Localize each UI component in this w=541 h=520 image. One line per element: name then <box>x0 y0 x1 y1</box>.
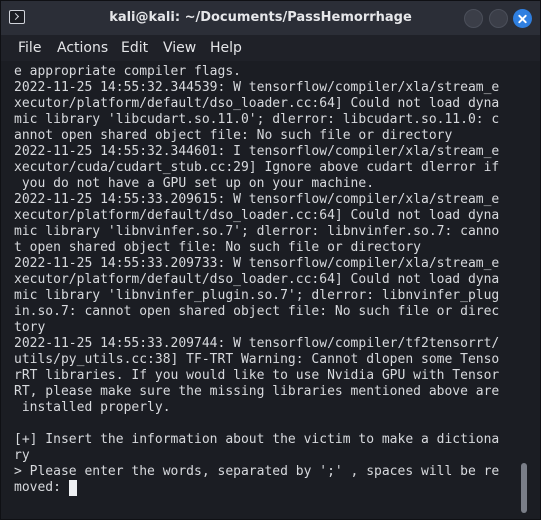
scrollbar-thumb[interactable] <box>521 463 527 513</box>
terminal-line: 2022-11-25 14:55:32.344601: I tensorflow… <box>14 144 500 159</box>
terminal-line: xecutor/cuda/cudart_stub.cc:29] Ignore a… <box>14 160 500 175</box>
terminal-line: [+] Insert the information about the vic… <box>14 432 500 447</box>
terminal-line: utils/py_utils.cc:38] TF-TRT Warning: Ca… <box>14 352 500 367</box>
terminal-line: mic library 'libnvinfer_plugin.so.7'; dl… <box>14 288 500 303</box>
menu-file[interactable]: File <box>18 38 41 58</box>
terminal-line: t open shared object file: No such file … <box>14 240 421 255</box>
terminal-icon[interactable] <box>9 10 25 24</box>
terminal-line: mic library 'libcudart.so.11.0'; dlerror… <box>14 112 500 127</box>
terminal-line: tory <box>14 320 46 335</box>
terminal-window: kali@kali: ~/Documents/PassHemorrhage Fi… <box>0 0 541 520</box>
terminal-line: ry <box>14 448 30 463</box>
terminal-line: annot open shared object file: No such f… <box>14 128 453 143</box>
terminal-line: > Please enter the words, separated by '… <box>14 464 500 479</box>
menu-help[interactable]: Help <box>210 38 242 58</box>
close-button[interactable] <box>513 9 532 28</box>
minimize-button[interactable] <box>464 9 483 28</box>
menu-bar: File Actions Edit View Help <box>1 35 540 61</box>
terminal-cursor[interactable] <box>69 480 77 496</box>
terminal-prompt-line: moved: <box>14 480 69 495</box>
terminal-line: 2022-11-25 14:55:32.344539: W tensorflow… <box>14 80 500 95</box>
terminal-line: xecutor/platform/default/dso_loader.cc:6… <box>14 96 500 111</box>
terminal-line: 2022-11-25 14:55:33.209744: W tensorflow… <box>14 336 500 351</box>
terminal-line: xecutor/platform/default/dso_loader.cc:6… <box>14 272 500 287</box>
title-bar[interactable]: kali@kali: ~/Documents/PassHemorrhage <box>1 1 540 35</box>
terminal-line: xecutor/platform/default/dso_loader.cc:6… <box>14 208 500 223</box>
menu-actions[interactable]: Actions <box>57 38 108 58</box>
terminal-line: you do not have a GPU set up on your mac… <box>14 176 375 191</box>
terminal-line: rRT libraries. If you would like to use … <box>14 368 500 383</box>
terminal-line: e appropriate compiler flags. <box>14 64 241 79</box>
window-title: kali@kali: ~/Documents/PassHemorrhage <box>109 10 412 25</box>
terminal-line: 2022-11-25 14:55:33.209615: W tensorflow… <box>14 192 500 207</box>
terminal-output[interactable]: e appropriate compiler flags. 2022-11-25… <box>1 63 540 519</box>
terminal-line: mic library 'libnvinfer.so.7'; dlerror: … <box>14 224 500 239</box>
menu-view[interactable]: View <box>163 38 196 58</box>
terminal-line: RT, please make sure the missing librari… <box>14 384 500 399</box>
terminal-line: in.so.7: cannot open shared object file:… <box>14 304 500 319</box>
maximize-button[interactable] <box>489 9 508 28</box>
terminal-line: installed properly. <box>14 400 171 415</box>
terminal-line: 2022-11-25 14:55:33.209733: W tensorflow… <box>14 256 500 271</box>
menu-edit[interactable]: Edit <box>121 38 148 58</box>
